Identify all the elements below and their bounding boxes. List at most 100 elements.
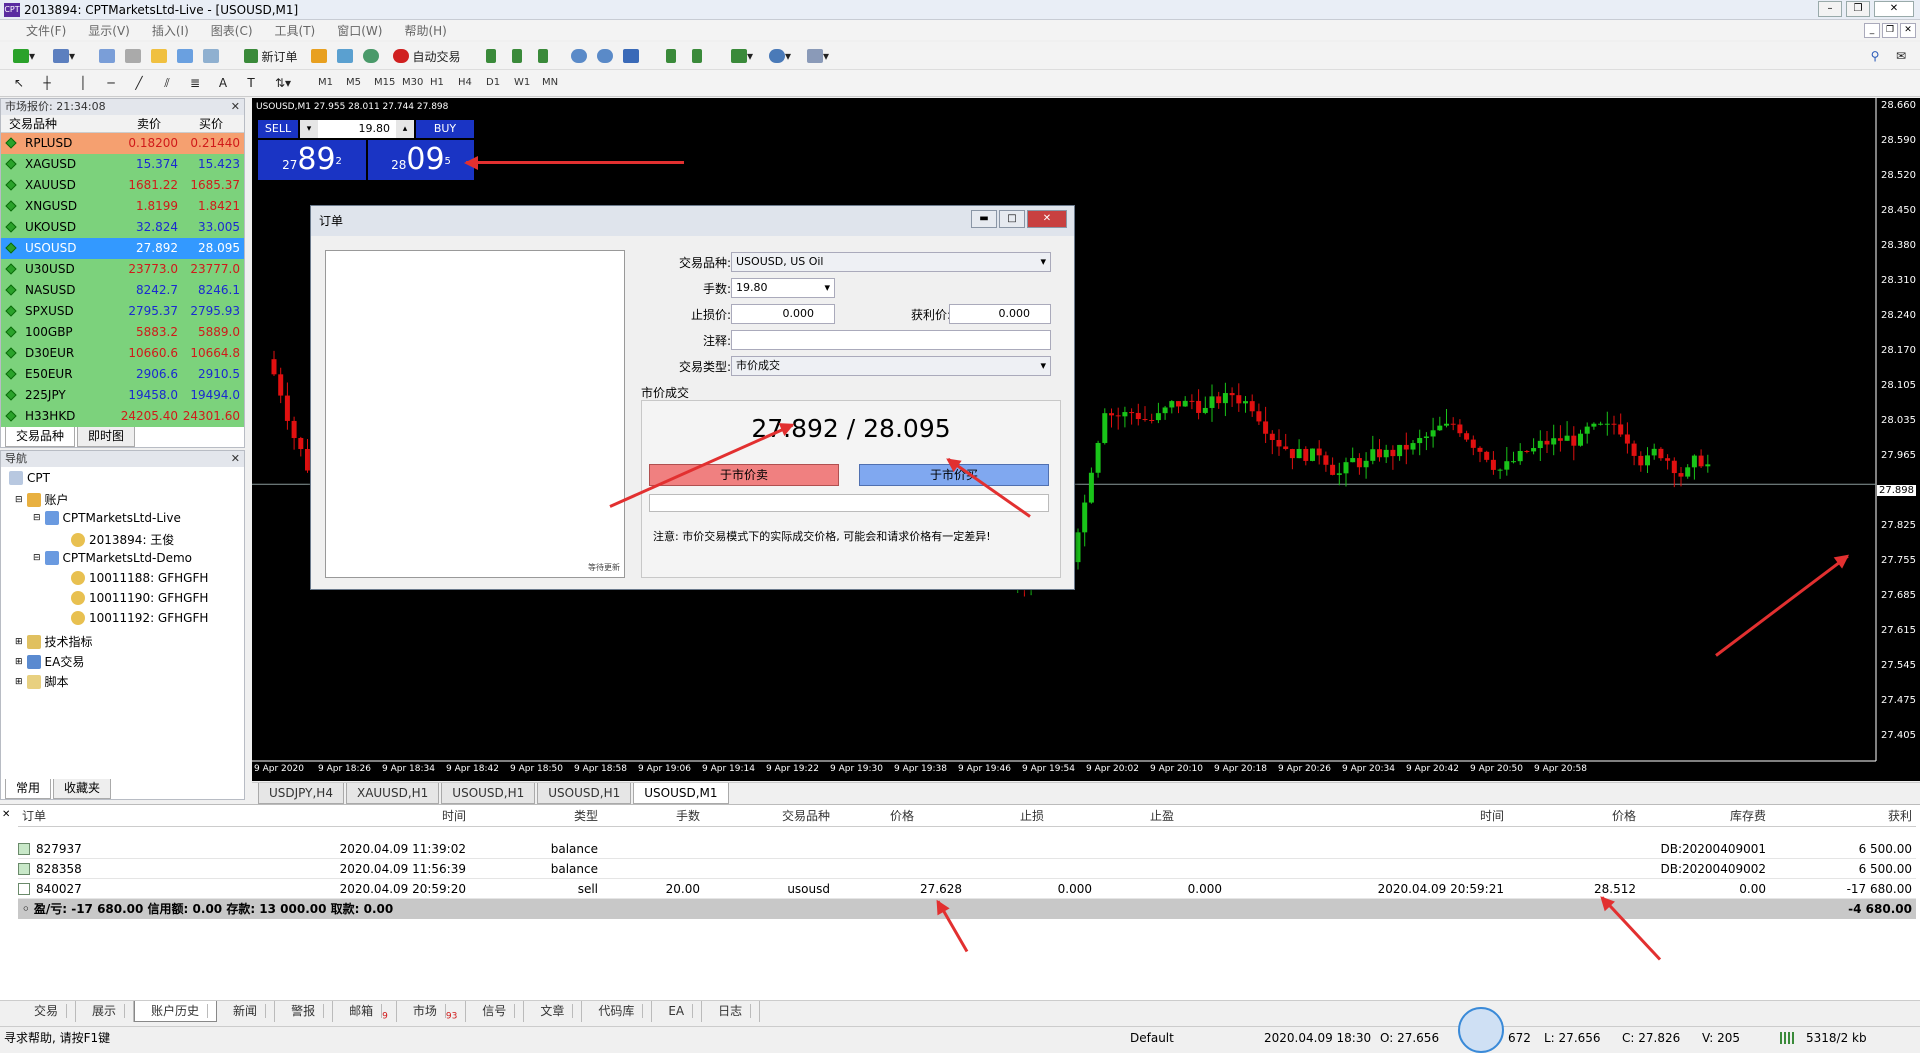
history-column-header[interactable]: 获利: [1792, 805, 1912, 827]
autoscroll-button[interactable]: [686, 46, 708, 66]
close-button[interactable]: ✕: [1874, 1, 1914, 17]
stop-loss-input[interactable]: 0.000: [731, 304, 835, 324]
search-button[interactable]: ⚲: [1864, 46, 1886, 66]
terminal-button[interactable]: [174, 46, 196, 66]
buy-price-button[interactable]: 28095: [368, 140, 474, 180]
col-bid[interactable]: 卖价: [120, 115, 182, 132]
col-symbol[interactable]: 交易品种: [1, 115, 120, 132]
market-watch-row[interactable]: D30EUR 10660.6 10664.8: [1, 343, 244, 364]
close-icon[interactable]: ✕: [231, 451, 240, 467]
terminal-tab[interactable]: 警报: [275, 1001, 334, 1022]
zoom-in-button[interactable]: [568, 46, 590, 66]
cursor-tool[interactable]: ↖: [8, 73, 30, 93]
tester-button[interactable]: [200, 46, 222, 66]
history-column-header[interactable]: 止损: [972, 805, 1092, 827]
nav-live-account[interactable]: 2013894: 王俊: [71, 531, 174, 548]
timeframe-m30[interactable]: M30: [402, 77, 423, 88]
minimize-button[interactable]: ▬: [971, 210, 997, 228]
label-tool[interactable]: T: [240, 73, 262, 93]
market-watch-row[interactable]: NASUSD 8242.7 8246.1: [1, 280, 244, 301]
history-row[interactable]: 827937 2020.04.09 11:39:02 balance DB:20200…: [18, 839, 1916, 859]
market-watch-row[interactable]: XNGUSD 1.8199 1.8421: [1, 196, 244, 217]
close-button[interactable]: ✕: [1027, 210, 1067, 228]
history-column-header[interactable]: 交易品种: [710, 805, 830, 827]
market-watch-row[interactable]: U30USD 23773.0 23777.0: [1, 259, 244, 280]
terminal-tab[interactable]: 邮箱 9: [333, 1001, 397, 1022]
timeframe-d1[interactable]: D1: [486, 77, 500, 88]
new-order-button[interactable]: 新订单: [240, 46, 302, 66]
chart-tab[interactable]: USOUSD,H1: [537, 783, 632, 804]
timeframe-h4[interactable]: H4: [458, 77, 472, 88]
tile-windows-button[interactable]: [620, 46, 642, 66]
menu-item[interactable]: 图表(C): [211, 22, 253, 39]
history-column-header[interactable]: 价格: [1516, 805, 1636, 827]
history-column-header[interactable]: 价格: [842, 805, 962, 827]
comment-input[interactable]: [731, 330, 1051, 350]
history-column-header[interactable]: 订单: [22, 805, 46, 827]
community-button[interactable]: [334, 46, 356, 66]
chart-tab[interactable]: USOUSD,H1: [441, 783, 536, 804]
menu-item[interactable]: 显示(V): [88, 22, 130, 39]
timeframe-mn[interactable]: MN: [542, 77, 558, 88]
market-watch-button[interactable]: [96, 46, 118, 66]
chart-shift-button[interactable]: [660, 46, 682, 66]
lot-increase-button[interactable]: ▴: [396, 120, 414, 138]
zoom-out-button[interactable]: [594, 46, 616, 66]
nav-root[interactable]: CPT: [9, 471, 50, 485]
tab-tick-chart[interactable]: 即时图: [77, 427, 136, 447]
mdi-restore-button[interactable]: ❐: [1882, 23, 1898, 38]
maximize-button[interactable]: ❐: [1846, 1, 1870, 17]
candle-chart-button[interactable]: [506, 46, 528, 66]
history-column-header[interactable]: 止盈: [1102, 805, 1222, 827]
nav-demo-account-1[interactable]: 10011188: GFHGFH: [71, 571, 208, 585]
menu-item[interactable]: 窗口(W): [337, 22, 382, 39]
terminal-tab[interactable]: 文章: [524, 1001, 583, 1022]
mdi-minimize-button[interactable]: _: [1864, 23, 1880, 38]
menu-item[interactable]: 工具(T): [275, 22, 316, 39]
history-column-header[interactable]: 时间: [1384, 805, 1504, 827]
timeframe-w1[interactable]: W1: [514, 77, 530, 88]
volume-input[interactable]: 19.80 ▾: [731, 278, 835, 298]
history-row[interactable]: 828358 2020.04.09 11:56:39 balance DB:20200…: [18, 859, 1916, 879]
symbol-select[interactable]: USOUSD, US Oil ▾: [731, 252, 1051, 272]
menu-item[interactable]: 文件(F): [26, 22, 66, 39]
history-row[interactable]: 840027 2020.04.09 20:59:20 sell 20.00 usousd…: [18, 879, 1916, 899]
lot-size-input[interactable]: 19.80: [318, 120, 396, 138]
indicators-button[interactable]: ▾: [724, 46, 760, 66]
close-icon[interactable]: ✕: [231, 99, 240, 115]
vertical-line-tool[interactable]: │: [72, 73, 94, 93]
nav-live-server[interactable]: ⊟ CPTMarketsLtd-Live: [33, 511, 181, 525]
auto-trading-button[interactable]: 自动交易: [390, 46, 464, 66]
crosshair-tool[interactable]: ┼: [36, 73, 58, 93]
tab-common[interactable]: 常用: [5, 779, 52, 799]
maximize-button[interactable]: □: [999, 210, 1025, 228]
history-column-header[interactable]: 手数: [580, 805, 700, 827]
market-watch-row[interactable]: XAUUSD 1681.22 1685.37: [1, 175, 244, 196]
channel-tool[interactable]: ⫽: [156, 73, 178, 93]
menu-item[interactable]: 插入(I): [152, 22, 189, 39]
buy-label-button[interactable]: BUY: [416, 120, 474, 138]
terminal-tab[interactable]: 信号: [466, 1001, 525, 1022]
terminal-tab[interactable]: 交易: [18, 1001, 77, 1022]
nav-demo-server[interactable]: ⊟ CPTMarketsLtd-Demo: [33, 551, 192, 565]
market-watch-row[interactable]: USOUSD 27.892 28.095: [1, 238, 244, 259]
trendline-tool[interactable]: ╱: [128, 73, 150, 93]
nav-scripts[interactable]: ⊞ 脚本: [15, 673, 69, 690]
market-watch-row[interactable]: SPXUSD 2795.37 2795.93: [1, 301, 244, 322]
minimize-button[interactable]: –: [1818, 1, 1842, 17]
mdi-close-button[interactable]: ✕: [1900, 23, 1916, 38]
market-watch-row[interactable]: RPLUSD 0.18200 0.21440: [1, 133, 244, 154]
terminal-close-icon[interactable]: ✕: [2, 809, 10, 820]
market-watch-row[interactable]: XAGUSD 15.374 15.423: [1, 154, 244, 175]
market-watch-row[interactable]: E50EUR 2906.6 2910.5: [1, 364, 244, 385]
history-column-header[interactable]: 库存费: [1646, 805, 1766, 827]
market-watch-row[interactable]: 100GBP 5883.2 5889.0: [1, 322, 244, 343]
nav-expert-advisors[interactable]: ⊞ EA交易: [15, 653, 84, 670]
tab-symbols[interactable]: 交易品种: [5, 427, 76, 447]
timeframe-m15[interactable]: M15: [374, 77, 395, 88]
chat-button[interactable]: ✉: [1890, 46, 1912, 66]
nav-demo-account-2[interactable]: 10011190: GFHGFH: [71, 591, 208, 605]
chart-tab[interactable]: USOUSD,M1: [633, 783, 729, 804]
new-chart-button[interactable]: ▾: [6, 46, 42, 66]
terminal-tab[interactable]: 代码库: [582, 1001, 653, 1022]
